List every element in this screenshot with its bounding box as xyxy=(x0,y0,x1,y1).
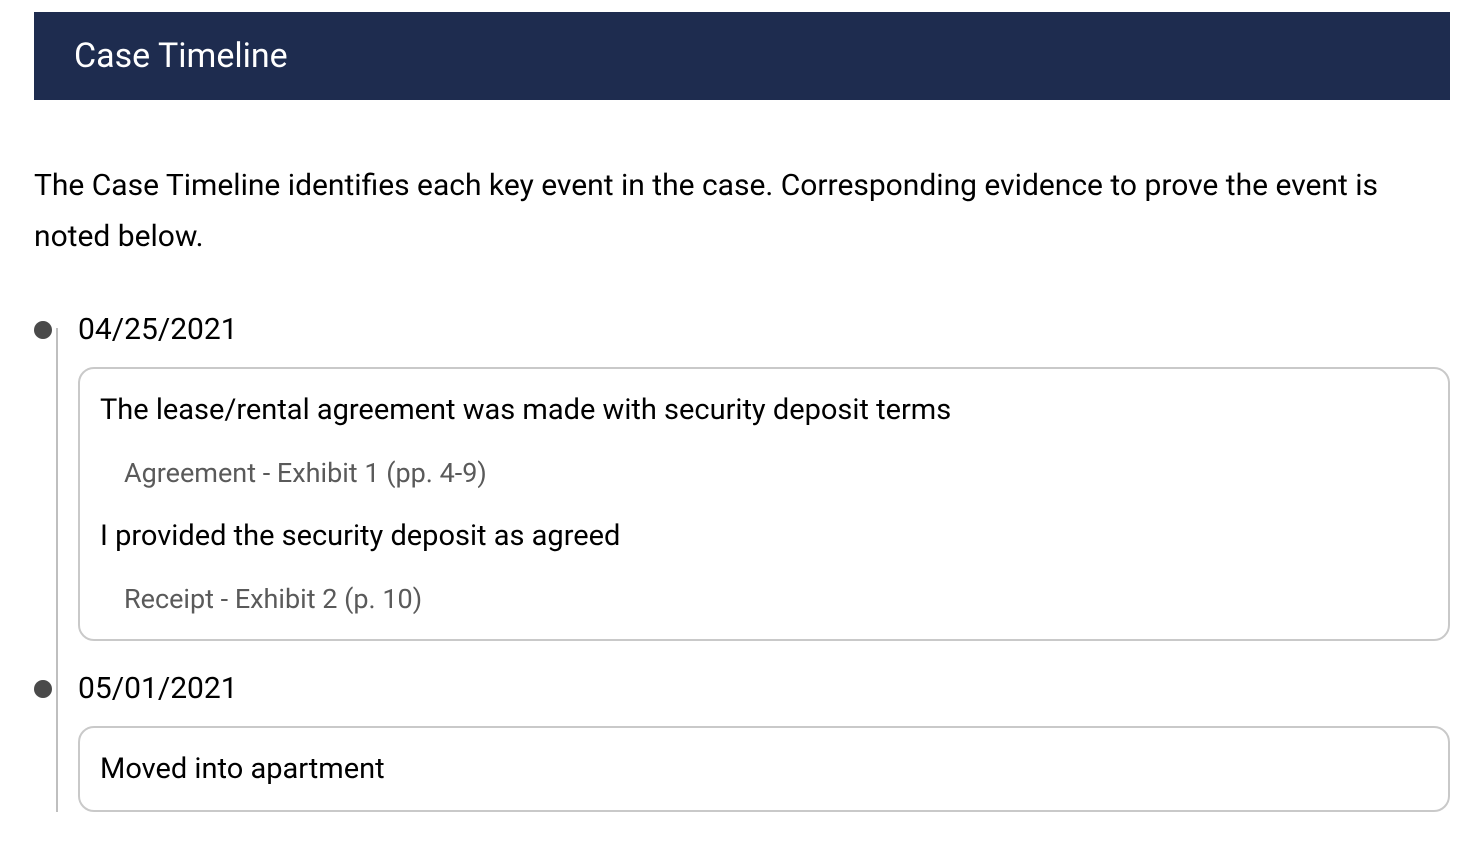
page-title: Case Timeline xyxy=(74,36,288,76)
event-title: The lease/rental agreement was made with… xyxy=(100,393,1428,427)
page-header: Case Timeline xyxy=(34,12,1450,100)
timeline-card: The lease/rental agreement was made with… xyxy=(78,367,1450,641)
timeline-dot-icon xyxy=(34,680,52,698)
timeline-event: 05/01/2021 Moved into apartment xyxy=(50,671,1450,812)
event-title: Moved into apartment xyxy=(100,752,1428,786)
timeline-date: 05/01/2021 xyxy=(78,671,1450,706)
event-evidence: Agreement - Exhibit 1 (pp. 4-9) xyxy=(124,457,1428,489)
timeline-container: 04/25/2021 The lease/rental agreement wa… xyxy=(34,312,1450,812)
page-description: The Case Timeline identifies each key ev… xyxy=(34,160,1450,262)
event-title: I provided the security deposit as agree… xyxy=(100,519,1428,553)
timeline-card: Moved into apartment xyxy=(78,726,1450,812)
timeline-dot-icon xyxy=(34,321,52,339)
timeline-date: 04/25/2021 xyxy=(78,312,1450,347)
event-evidence: Receipt - Exhibit 2 (p. 10) xyxy=(124,583,1428,615)
timeline-event: 04/25/2021 The lease/rental agreement wa… xyxy=(50,312,1450,641)
